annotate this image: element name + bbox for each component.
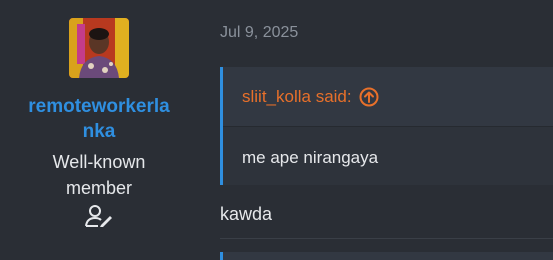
next-quote-block — [220, 252, 553, 260]
user-title: Well-known member — [52, 152, 146, 198]
avatar[interactable] — [69, 18, 129, 78]
user-sidebar: remoteworkerlanka Well-known member — [0, 0, 198, 260]
user-edit-icon[interactable] — [84, 205, 114, 227]
quote-header: sliit_kolla said: — [223, 67, 553, 127]
post-content: Jul 9, 2025 sliit_kolla said: me ape nir… — [220, 0, 553, 260]
avatar-photo — [69, 18, 129, 78]
divider — [220, 238, 553, 239]
username-link[interactable]: remoteworkerlanka — [24, 94, 174, 144]
post-date[interactable]: Jul 9, 2025 — [220, 24, 298, 42]
quote-block: sliit_kolla said: me ape nirangaya — [220, 67, 553, 185]
post-body-text: kawda — [220, 204, 273, 224]
arrow-up-circle-icon[interactable] — [359, 87, 379, 107]
quote-author[interactable]: sliit_kolla said: — [242, 87, 352, 107]
quote-text: me ape nirangaya — [242, 148, 379, 167]
